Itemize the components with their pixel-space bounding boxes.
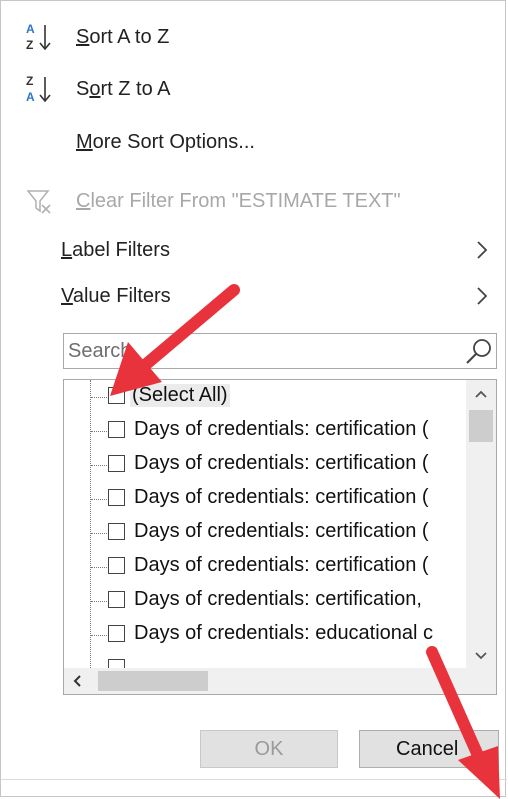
item-checkbox[interactable]	[108, 489, 125, 506]
list-item-label: Days of credentials: certification (	[134, 418, 429, 440]
item-checkbox[interactable]	[108, 523, 125, 540]
item-checkbox[interactable]	[108, 455, 125, 472]
svg-text:A: A	[26, 90, 35, 104]
scroll-left-button[interactable]	[64, 668, 90, 694]
sort-z-to-a-label: Sort Z to A	[76, 77, 171, 100]
vertical-scroll-thumb[interactable]	[469, 410, 493, 442]
list-item[interactable]: Days of credentials: certification (	[64, 448, 464, 482]
resize-grip-icon[interactable]	[487, 778, 499, 790]
sort-a-to-z-label: Sort A to Z	[76, 25, 170, 48]
more-sort-options-label: More Sort Options...	[76, 130, 255, 153]
list-item[interactable]: Days of credentials: certification (	[64, 482, 464, 516]
value-filters-menu-item[interactable]: Value Filters	[1, 276, 501, 316]
list-item-label: Days of credentials: certification (	[134, 452, 429, 474]
clear-filter-menu-item[interactable]: Clear Filter From "ESTIMATE TEXT"	[1, 181, 501, 221]
item-checkbox[interactable]	[108, 421, 125, 438]
clear-filter-label: Clear Filter From "ESTIMATE TEXT"	[76, 189, 401, 212]
sort-z-to-a-menu-item[interactable]: Z A Sort Z to A	[1, 69, 501, 109]
item-checkbox[interactable]	[108, 557, 125, 574]
cancel-button[interactable]: Cancel	[359, 730, 499, 768]
sort-a-to-z-menu-item[interactable]: A Z Sort A to Z	[1, 17, 501, 57]
filter-values-list: (Select All) Days of credentials: certif…	[63, 379, 497, 695]
search-box	[63, 333, 497, 369]
list-item[interactable]: Days of credentials: certification,	[64, 584, 464, 618]
horizontal-scroll-thumb[interactable]	[98, 671, 208, 691]
label-filters-menu-item[interactable]: Label Filters	[1, 230, 501, 270]
list-item[interactable]: Days of credentials: certification (	[64, 414, 464, 448]
search-icon[interactable]	[464, 336, 494, 366]
list-item-label: Days of credentials: certification (	[134, 486, 429, 508]
filter-dropdown-panel: A Z Sort A to Z Z A Sort Z to A More Sor…	[0, 0, 507, 797]
svg-text:A: A	[26, 22, 35, 36]
select-all-checkbox[interactable]	[108, 387, 125, 404]
ok-button[interactable]: OK	[200, 730, 338, 768]
value-filters-label: Value Filters	[61, 284, 171, 307]
label-filters-label: Label Filters	[61, 238, 170, 261]
svg-text:Z: Z	[26, 38, 33, 52]
search-input[interactable]	[66, 336, 466, 366]
more-sort-options-menu-item[interactable]: More Sort Options...	[1, 122, 501, 162]
list-item[interactable]: Days of credentials: educational c	[64, 618, 464, 652]
list-item-label: Days of credentials: certification,	[134, 588, 422, 610]
list-item-label: Days of credentials: certification (	[134, 554, 429, 576]
divider	[1, 779, 507, 780]
horizontal-scrollbar[interactable]	[64, 668, 496, 694]
list-item[interactable]: Days of credentials: certification (	[64, 550, 464, 584]
list-item-label: Days of credentials: certification (	[134, 520, 429, 542]
list-item-select-all[interactable]: (Select All)	[64, 380, 464, 414]
chevron-down-icon	[475, 652, 487, 660]
chevron-right-icon	[477, 287, 488, 305]
chevron-right-icon	[477, 241, 488, 259]
item-checkbox[interactable]	[108, 625, 125, 642]
list-item[interactable]: Days of credentials: certification (	[64, 516, 464, 550]
chevron-left-icon	[73, 675, 81, 687]
scroll-down-button[interactable]	[466, 642, 496, 670]
vertical-scrollbar[interactable]	[466, 380, 496, 670]
item-checkbox[interactable]	[108, 591, 125, 608]
chevron-up-icon	[475, 390, 487, 398]
list-item-label: Days of credentials: educational c	[134, 622, 434, 644]
list-item-label: (Select All)	[130, 384, 230, 407]
scroll-up-button[interactable]	[466, 380, 496, 408]
sort-a-to-z-icon: A Z	[26, 22, 51, 52]
svg-text:Z: Z	[26, 74, 33, 88]
sort-z-to-a-icon: Z A	[26, 74, 51, 104]
clear-filter-icon	[26, 190, 51, 214]
